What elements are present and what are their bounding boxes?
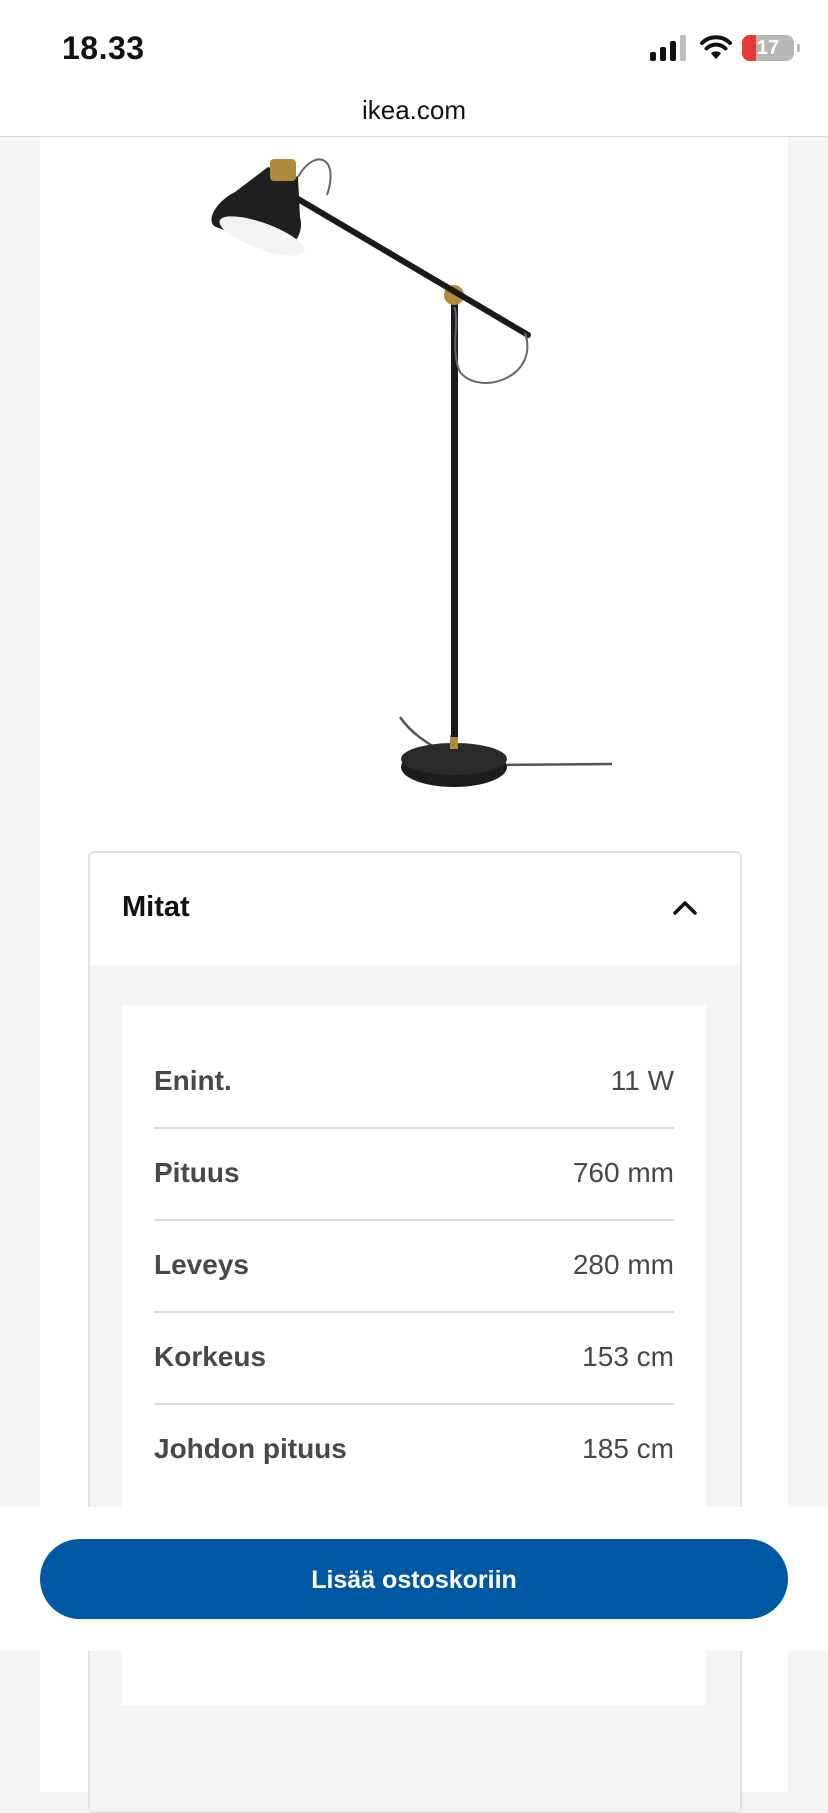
wifi-icon [700, 35, 732, 59]
spec-label: Leveys [154, 1249, 249, 1280]
spec-value: 11 W [610, 1065, 674, 1096]
signal-icon [650, 35, 686, 61]
url-bar[interactable]: ikea.com [0, 88, 828, 137]
spec-label: Korkeus [154, 1341, 267, 1372]
product-image [211, 158, 613, 787]
status-icons: 17 [650, 33, 800, 63]
status-bar: 18.33 17 [0, 0, 828, 100]
battery-level: 17 [756, 36, 780, 59]
spec-label: Enint. [154, 1065, 232, 1096]
spec-label: Johdon pituus [154, 1433, 347, 1464]
status-time: 18.33 [62, 30, 145, 66]
add-to-cart-button[interactable]: Lisää ostoskoriin [40, 1539, 788, 1619]
dimensions-panel: Mitat Enint. 11 W Pituus 760 mm Leveys 2… [88, 851, 742, 1813]
spec-row-height: Korkeus 153 cm [154, 1311, 674, 1403]
spec-row-width: Leveys 280 mm [154, 1219, 674, 1311]
battery-icon: 17 [742, 35, 800, 61]
spec-value: 280 mm [572, 1249, 674, 1280]
spec-row-cord-length: Johdon pituus 185 cm [154, 1403, 674, 1495]
dimensions-panel-body: Enint. 11 W Pituus 760 mm Leveys 280 mm … [90, 965, 740, 1811]
spec-label: Pituus [154, 1157, 240, 1188]
dimensions-panel-header[interactable]: Mitat [90, 853, 740, 965]
chevron-up-icon[interactable] [672, 895, 698, 921]
spec-row-max-wattage: Enint. 11 W [154, 1035, 674, 1127]
spec-value: 153 cm [582, 1341, 674, 1372]
spec-value: 185 cm [582, 1433, 674, 1464]
bottom-action-bar: Lisää ostoskoriin [0, 1507, 828, 1651]
dimensions-title: Mitat [122, 891, 190, 923]
spec-value: 760 mm [572, 1157, 674, 1188]
spec-row-length: Pituus 760 mm [154, 1127, 674, 1219]
